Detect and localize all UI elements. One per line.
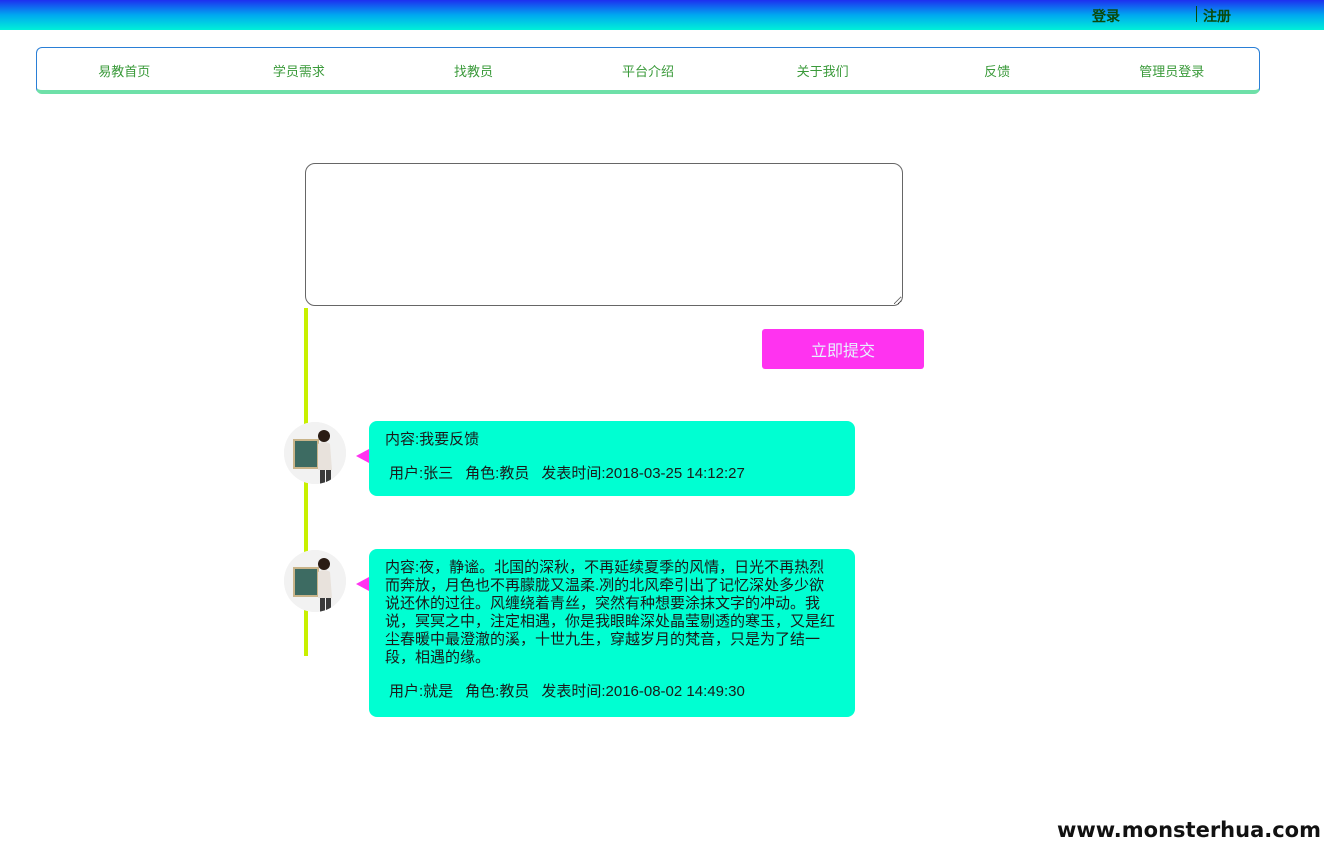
nav-item-about-us[interactable]: 关于我们 [735,59,910,80]
nav-item-home[interactable]: 易教首页 [37,59,212,80]
feedback-textarea[interactable] [305,163,903,306]
login-link[interactable]: 登录 [1092,6,1120,26]
nav-item-feedback[interactable]: 反馈 [910,59,1085,80]
entry-content: 内容:我要反馈 [385,431,480,448]
entry-time: 发表时间:2016-08-02 14:49:30 [541,683,745,700]
entry-user: 用户:张三 [389,465,454,482]
login-register-divider [1196,6,1197,22]
feedback-entry: 内容:我要反馈 用户:张三 角色:教员 发表时间:2018-03-25 14:12:… [369,421,855,496]
bubble-pointer [356,449,369,463]
entry-meta: 用户:就是 角色:教员 发表时间:2016-08-02 14:49:30 [389,683,839,701]
nav-item-admin-login[interactable]: 管理员登录 [1084,59,1259,80]
bubble-pointer [356,577,369,591]
entry-time: 发表时间:2018-03-25 14:12:27 [541,465,745,482]
entry-user: 用户:就是 [389,683,454,700]
top-bar: 登录 注册 [0,0,1324,30]
teacher-avatar-icon [284,422,346,484]
nav-item-student-needs[interactable]: 学员需求 [212,59,387,80]
register-link[interactable]: 注册 [1203,6,1231,26]
entry-role: 角色:教员 [465,465,530,482]
feedback-entry: 内容:夜，静谧。北国的深秋，不再延续夏季的风情，日光不再热烈而奔放，月色也不再朦… [369,549,855,717]
main-nav: 易教首页 学员需求 找教员 平台介绍 关于我们 反馈 管理员登录 [36,47,1260,94]
submit-button[interactable]: 立即提交 [762,329,924,369]
nav-item-platform-intro[interactable]: 平台介绍 [561,59,736,80]
entry-role: 角色:教员 [465,683,530,700]
entry-meta: 用户:张三 角色:教员 发表时间:2018-03-25 14:12:27 [389,465,839,483]
teacher-avatar-icon [284,550,346,612]
entry-content: 内容:夜，静谧。北国的深秋，不再延续夏季的风情，日光不再热烈而奔放，月色也不再朦… [385,559,836,666]
watermark: www.monsterhua.com [1056,818,1321,842]
nav-item-find-teacher[interactable]: 找教员 [386,59,561,80]
